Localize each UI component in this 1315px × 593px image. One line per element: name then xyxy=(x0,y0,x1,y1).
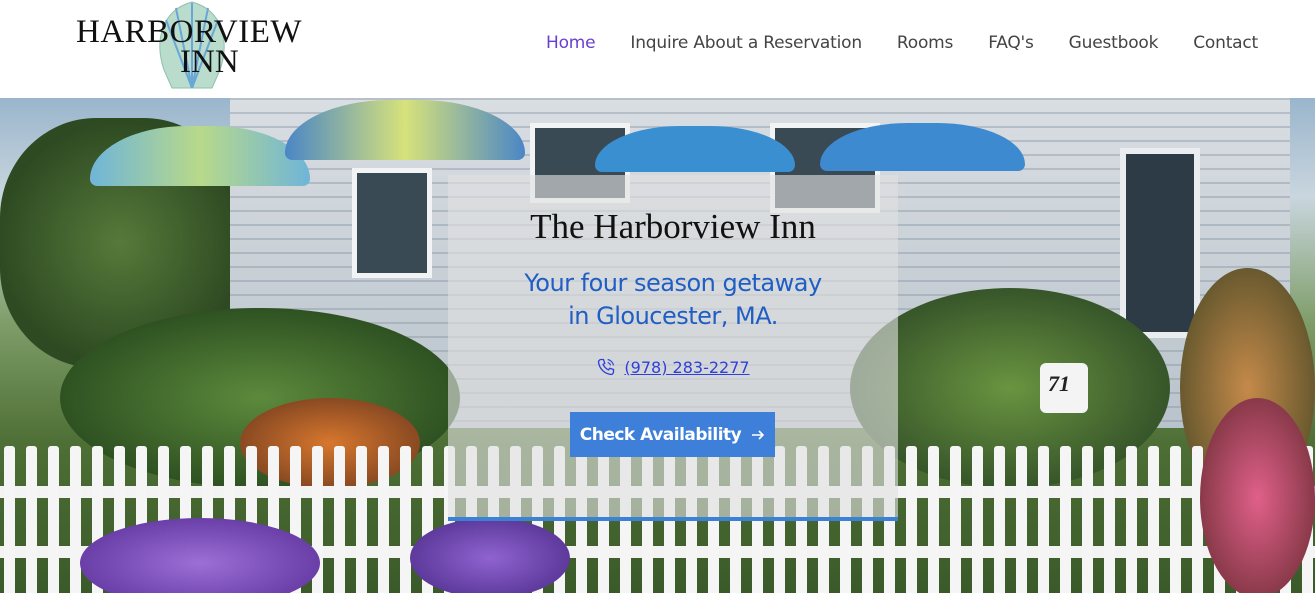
site-header: HARBORVIEW INN Home Inquire About a Rese… xyxy=(0,0,1315,98)
pink-flowers xyxy=(1200,398,1315,593)
fence-picket xyxy=(334,446,345,593)
fence-picket xyxy=(1170,446,1181,593)
nav-contact[interactable]: Contact xyxy=(1193,33,1258,53)
fence-picket xyxy=(906,446,917,593)
fence-picket xyxy=(26,446,37,593)
mailbox-number: 71 xyxy=(1048,371,1070,396)
phone-number[interactable]: (978) 283-2277 xyxy=(624,358,749,377)
hero-title: The Harborview Inn xyxy=(530,207,816,246)
phone-link[interactable]: (978) 283-2277 xyxy=(448,357,898,377)
main-nav: Home Inquire About a Reservation Rooms F… xyxy=(511,33,1258,53)
house-door xyxy=(1120,148,1200,338)
hero-subtitle-line2: in Gloucester, MA. xyxy=(568,302,778,330)
fence-picket xyxy=(928,446,939,593)
fence-picket xyxy=(1126,446,1137,593)
fence-picket xyxy=(70,446,81,593)
purple-flowers xyxy=(410,518,570,593)
fence-picket xyxy=(1038,446,1049,593)
fence-picket xyxy=(48,446,59,593)
nav-faqs[interactable]: FAQ's xyxy=(988,33,1034,53)
logo-text-line2: INN xyxy=(180,44,239,80)
fence-picket xyxy=(1104,446,1115,593)
fence-picket xyxy=(1082,446,1093,593)
site-logo[interactable]: HARBORVIEW INN xyxy=(74,0,302,92)
hero-card: The Harborview Inn Your four season geta… xyxy=(448,175,898,521)
arrow-right-icon xyxy=(752,429,765,440)
nav-guestbook[interactable]: Guestbook xyxy=(1069,33,1159,53)
fence-picket xyxy=(378,446,389,593)
phone-icon xyxy=(598,358,615,376)
check-availability-label: Check Availability xyxy=(579,424,742,445)
fence-picket xyxy=(400,446,411,593)
fence-picket xyxy=(950,446,961,593)
nav-inquire-reservation[interactable]: Inquire About a Reservation xyxy=(630,33,862,53)
house-window xyxy=(352,168,432,278)
nav-rooms[interactable]: Rooms xyxy=(897,33,953,53)
fence-picket xyxy=(1016,446,1027,593)
fence-picket xyxy=(994,446,1005,593)
hero-subtitle: Your four season getaway in Gloucester, … xyxy=(448,267,898,333)
fence-picket xyxy=(1148,446,1159,593)
fence-picket xyxy=(1060,446,1071,593)
fence-picket xyxy=(4,446,15,593)
nav-home[interactable]: Home xyxy=(546,33,596,53)
fence-picket xyxy=(972,446,983,593)
hero-subtitle-line1: Your four season getaway xyxy=(524,269,822,297)
check-availability-button[interactable]: Check Availability xyxy=(570,412,775,457)
fence-picket xyxy=(356,446,367,593)
hero-card-accent-bar xyxy=(448,517,898,521)
